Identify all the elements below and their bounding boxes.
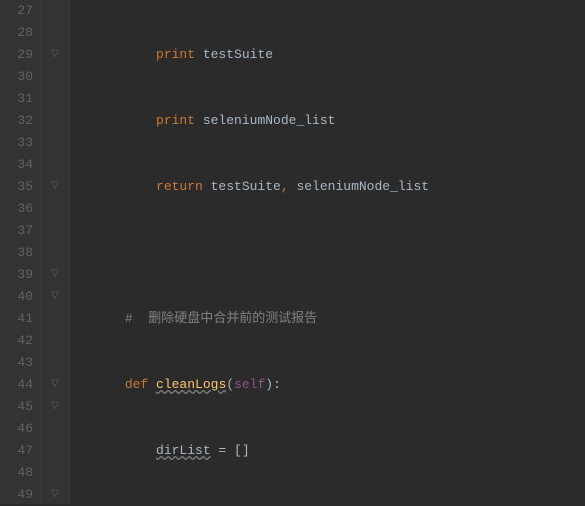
line-number: 27 <box>0 0 33 22</box>
line-number: 46 <box>0 418 33 440</box>
line-number: 45 <box>0 396 33 418</box>
code-line: # 删除硬盘中合并前的测试报告 <box>78 308 585 330</box>
line-number: 44 <box>0 374 33 396</box>
line-number: 49 <box>0 484 33 506</box>
code-editor[interactable]: 2728293031323334353637383940414243444546… <box>0 0 585 504</box>
line-number: 41 <box>0 308 33 330</box>
line-number: 31 <box>0 88 33 110</box>
line-number: 33 <box>0 132 33 154</box>
code-line: print testSuite <box>78 44 585 66</box>
line-number: 36 <box>0 198 33 220</box>
line-number-gutter: 2728293031323334353637383940414243444546… <box>0 0 42 504</box>
fold-marker-icon[interactable]: ▽ <box>46 266 64 284</box>
fold-marker-icon[interactable]: ▽ <box>46 376 64 394</box>
line-number: 37 <box>0 220 33 242</box>
fold-column: ▽ ▽ ▽ ▽ ▽ ▽ ▽ <box>42 0 70 504</box>
code-line: return testSuite, seleniumNode_list <box>78 176 585 198</box>
line-number: 42 <box>0 330 33 352</box>
line-number: 38 <box>0 242 33 264</box>
fold-marker-icon[interactable]: ▽ <box>46 178 64 196</box>
line-number: 30 <box>0 66 33 88</box>
fold-marker-icon[interactable]: ▽ <box>46 46 64 64</box>
line-number: 29 <box>0 44 33 66</box>
fold-marker-icon[interactable]: ▽ <box>46 288 64 306</box>
line-number: 43 <box>0 352 33 374</box>
code-line <box>78 242 585 264</box>
code-area[interactable]: print testSuite print seleniumNode_list … <box>70 0 585 504</box>
code-line: def cleanLogs(self): <box>78 374 585 396</box>
line-number: 47 <box>0 440 33 462</box>
code-line: print seleniumNode_list <box>78 110 585 132</box>
code-line: dirList = [] <box>78 440 585 462</box>
line-number: 28 <box>0 22 33 44</box>
line-number: 48 <box>0 462 33 484</box>
fold-marker-icon[interactable]: ▽ <box>46 398 64 416</box>
line-number: 39 <box>0 264 33 286</box>
line-number: 34 <box>0 154 33 176</box>
fold-marker-icon[interactable]: ▽ <box>46 486 64 504</box>
line-number: 35 <box>0 176 33 198</box>
line-number: 40 <box>0 286 33 308</box>
line-number: 32 <box>0 110 33 132</box>
